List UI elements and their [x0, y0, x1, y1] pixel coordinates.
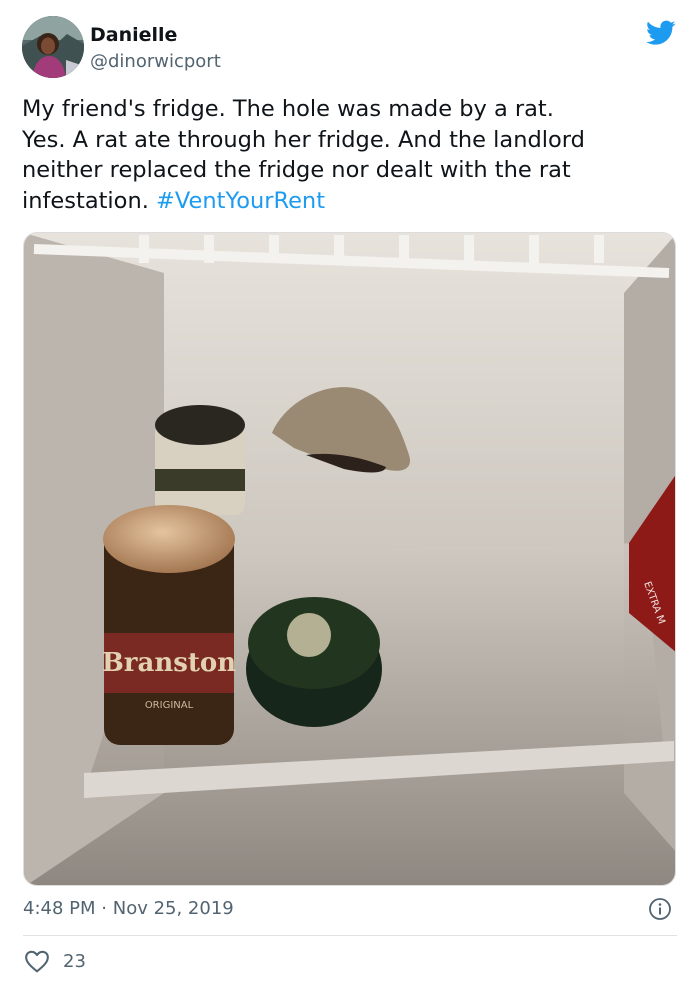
like-count: 23: [63, 950, 86, 972]
twitter-bird-icon[interactable]: [646, 20, 676, 46]
pickle-jar: Branston ORIGINAL: [102, 505, 236, 745]
jar-sublabel: ORIGINAL: [145, 700, 194, 711]
jar-label: Branston: [102, 648, 236, 678]
hashtag-link[interactable]: #VentYourRent: [156, 188, 325, 214]
tweet-photo[interactable]: Branston ORIGINAL EXTRA M: [23, 232, 676, 886]
tweet-line-2: Yes. A rat ate through her fridge. And t…: [22, 126, 585, 153]
info-icon[interactable]: [648, 897, 672, 921]
tweet-date: Nov 25, 2019: [112, 898, 234, 919]
tweet-time: 4:48 PM: [23, 898, 96, 919]
meta-separator: ·: [101, 898, 107, 919]
author-name[interactable]: Danielle: [90, 24, 177, 46]
like-action[interactable]: 23: [24, 948, 86, 974]
tweet-line-4-text: infestation.: [22, 187, 149, 214]
tweet-line-3: neither replaced the fridge nor dealt wi…: [22, 157, 571, 183]
small-jar: [155, 405, 245, 515]
fridge-photo: Branston ORIGINAL EXTRA M: [24, 233, 675, 885]
avatar[interactable]: [22, 16, 84, 78]
tweet-text: My friend's fridge. The hole was made by…: [22, 94, 682, 216]
divider: [23, 935, 677, 936]
cheese-tin: [246, 597, 382, 727]
author-handle[interactable]: @dinorwicport: [90, 51, 221, 72]
tweet-line-4: infestation. #VentYourRent: [22, 186, 682, 217]
tweet-timestamp[interactable]: 4:48 PM · Nov 25, 2019: [23, 898, 234, 919]
heart-icon[interactable]: [24, 949, 50, 973]
tweet-header: Danielle @dinorwicport: [22, 16, 682, 82]
tweet-line-1: My friend's fridge. The hole was made by…: [22, 96, 554, 122]
